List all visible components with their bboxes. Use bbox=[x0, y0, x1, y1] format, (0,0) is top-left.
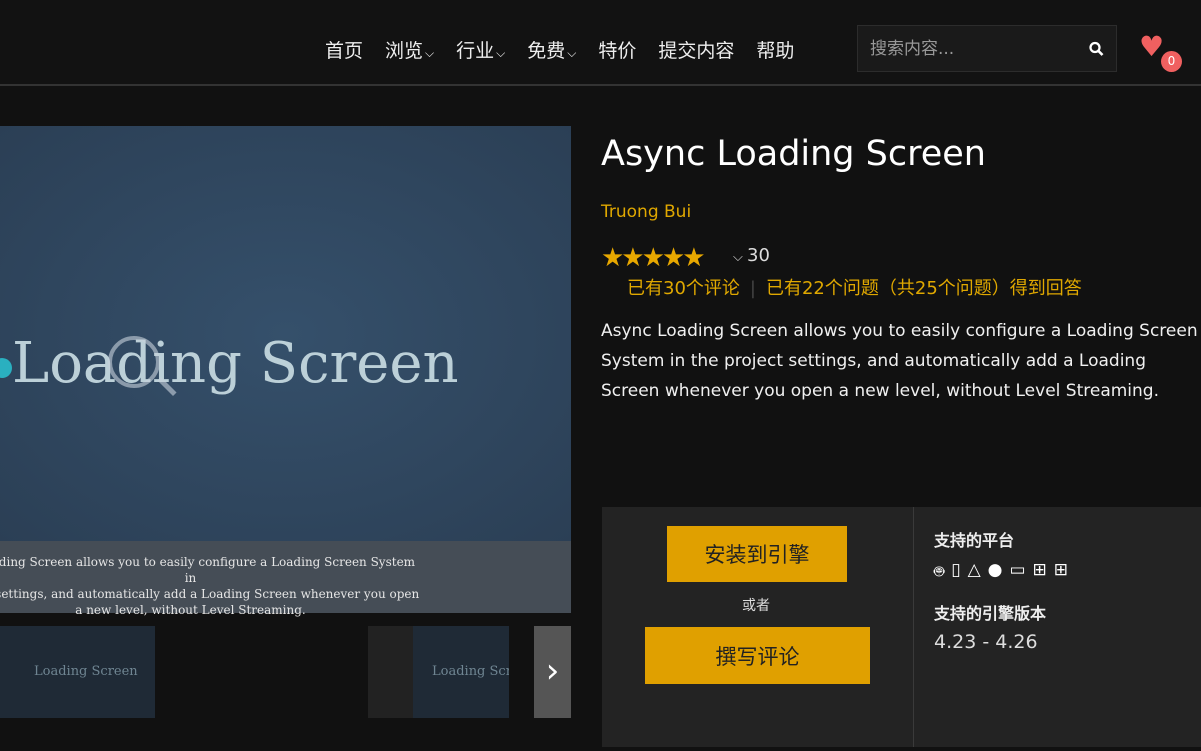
or-label: 或者 bbox=[742, 598, 770, 614]
nav-help[interactable]: 帮助 bbox=[756, 36, 794, 63]
laptop-icon: ▭ bbox=[1009, 560, 1026, 580]
chevron-down-icon: ⌵ bbox=[567, 46, 577, 60]
write-review-button[interactable]: 撰写评论 bbox=[645, 627, 870, 684]
gallery-caption: c Loading Screen allows you to easily co… bbox=[0, 541, 571, 617]
hero-title: Loading Screen bbox=[12, 331, 459, 396]
caption-line: a new level, without Level Streaming. bbox=[75, 603, 306, 617]
mobile-icon: ▯ bbox=[951, 560, 961, 580]
platform-icons: 🤖︎ ▯ △ ● ▭ ⊞ ⊞ bbox=[934, 560, 1068, 584]
engine-version-label: 支持的引擎版本 bbox=[934, 604, 1047, 623]
product-title: Async Loading Screen bbox=[601, 134, 986, 174]
top-header: 首页 浏览⌵ 行业⌵ 免费⌵ 特价 提交内容 帮助 ♥ 0 bbox=[0, 0, 1201, 86]
linux-icon: △ bbox=[967, 560, 981, 580]
nav-browse[interactable]: 浏览 ⌵ bbox=[385, 36, 434, 63]
purchase-panel: 安装到引擎 或者 撰写评论 支持的平台 🤖︎ ▯ △ ● ▭ ⊞ ⊞ 支持的引擎… bbox=[602, 507, 1201, 747]
nav-sale[interactable]: 特价 bbox=[598, 36, 636, 63]
chevron-down-icon: ⌵ bbox=[733, 250, 747, 265]
product-author-link[interactable]: Truong Bui bbox=[601, 202, 691, 222]
caption-line: oject settings, and automatically add a … bbox=[0, 587, 420, 601]
main-nav: 首页 浏览 ⌵ 行业 ⌵ 免费 ⌵ 特价 提交内容 帮助 bbox=[325, 36, 794, 63]
platforms-label: 支持的平台 bbox=[934, 531, 1015, 550]
review-question-links: 已有30个评论 | 已有22个问题（共25个问题）得到回答 bbox=[627, 274, 1082, 300]
gallery-thumbnail[interactable]: Loading Scr bbox=[368, 626, 509, 718]
spinner-dot bbox=[0, 358, 12, 378]
windows-icon: ⊞ bbox=[1053, 560, 1069, 580]
android-icon: 🤖︎ bbox=[934, 562, 945, 582]
nav-free[interactable]: 免费 ⌵ bbox=[527, 36, 576, 63]
nav-industry-label: 行业 bbox=[456, 40, 495, 62]
gallery-next-button[interactable]: › bbox=[534, 626, 571, 718]
chevron-down-icon: ⌵ bbox=[496, 46, 506, 60]
chevron-down-icon: ⌵ bbox=[425, 46, 435, 60]
nav-industry[interactable]: 行业 ⌵ bbox=[456, 36, 505, 63]
rating-stars[interactable]: ★★★★★ bbox=[601, 243, 706, 273]
wishlist-count-badge: 0 bbox=[1161, 51, 1182, 72]
apple-icon: ● bbox=[987, 560, 1003, 580]
engine-versions: 4.23 - 4.26 bbox=[934, 631, 1038, 653]
nav-submit[interactable]: 提交内容 bbox=[658, 36, 734, 63]
product-description: Async Loading Screen allows you to easil… bbox=[601, 321, 1198, 401]
nav-home[interactable]: 首页 bbox=[325, 36, 363, 63]
search-box bbox=[857, 25, 1117, 72]
reviews-link[interactable]: 已有30个评论 bbox=[627, 278, 740, 299]
nav-browse-label: 浏览 bbox=[385, 40, 424, 62]
rating-count-value: 30 bbox=[747, 245, 770, 266]
questions-link[interactable]: 已有22个问题（共25个问题）得到回答 bbox=[766, 278, 1082, 299]
thumbnail-text: Loading Screen bbox=[34, 664, 138, 679]
zoom-icon[interactable] bbox=[108, 336, 160, 388]
gallery-thumbnail[interactable]: Loading Screen bbox=[0, 626, 155, 718]
windows-icon: ⊞ bbox=[1032, 560, 1047, 580]
divider bbox=[913, 507, 914, 747]
caption-line: c Loading Screen allows you to easily co… bbox=[0, 555, 416, 585]
search-icon[interactable] bbox=[1089, 39, 1104, 59]
install-to-engine-button[interactable]: 安装到引擎 bbox=[667, 526, 847, 582]
gallery-main-image[interactable]: Loading Screen bbox=[0, 126, 571, 541]
divider: | bbox=[749, 278, 756, 299]
nav-free-label: 免费 bbox=[527, 40, 566, 62]
rating-count[interactable]: ⌵ 30 bbox=[733, 245, 770, 266]
thumbnail-text: Loading Scr bbox=[432, 664, 509, 679]
search-input[interactable] bbox=[870, 38, 1089, 59]
